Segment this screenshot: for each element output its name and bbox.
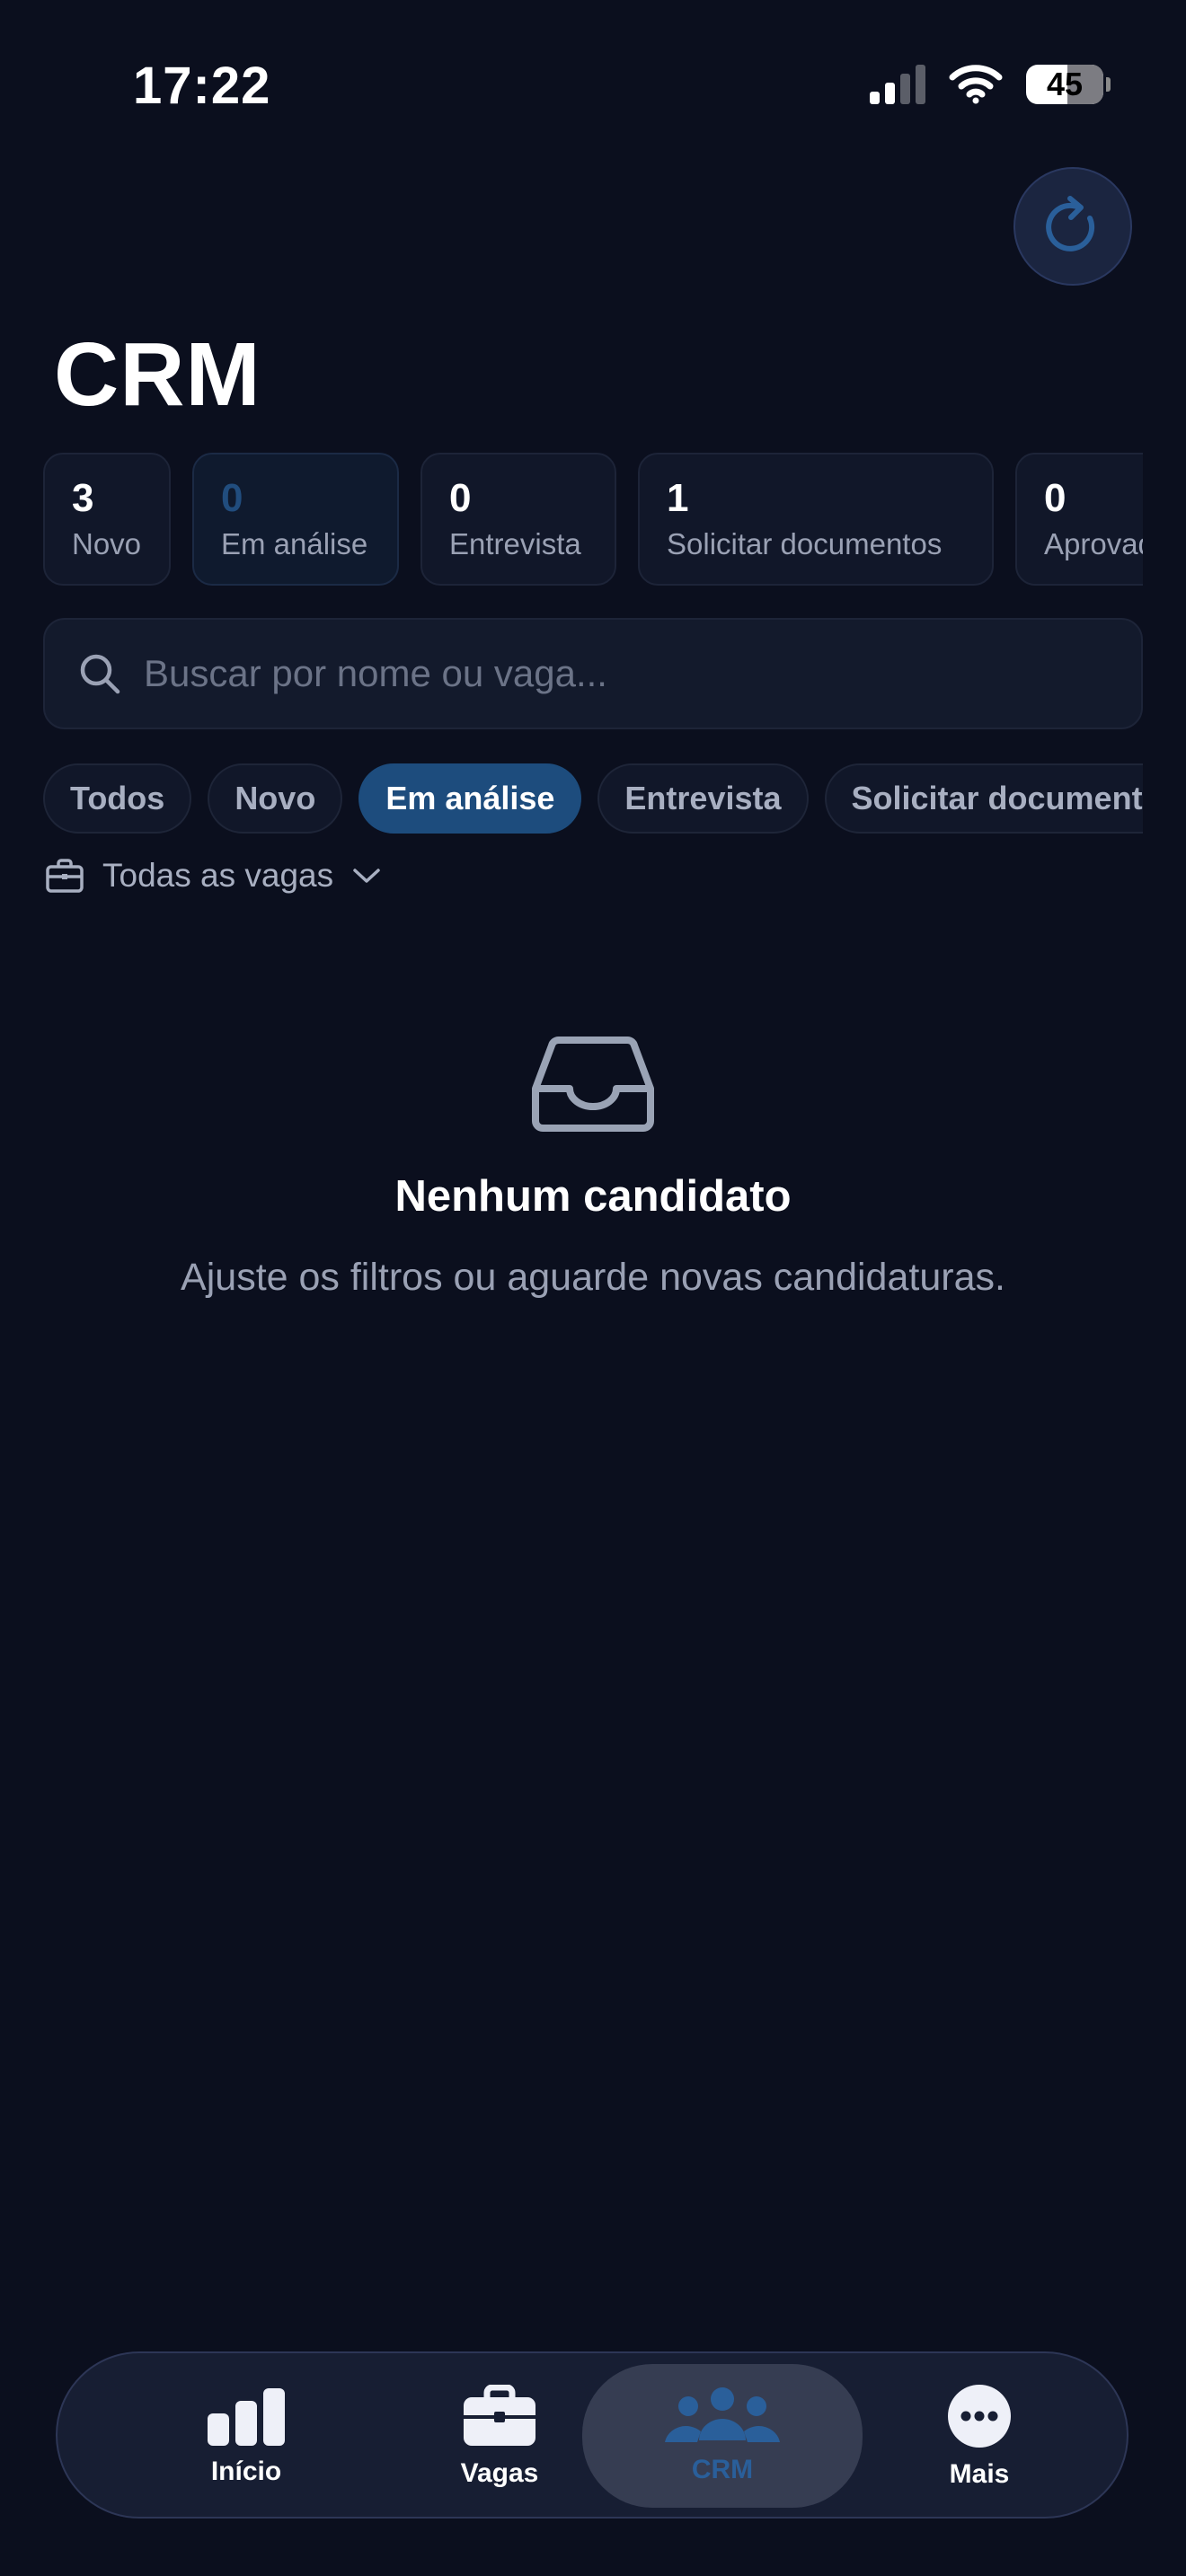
tab-label: Início <box>210 2457 282 2486</box>
chevron-down-icon <box>353 869 380 883</box>
wifi-icon <box>949 65 1003 104</box>
inbox-icon <box>532 1037 654 1132</box>
tab-crm[interactable]: CRM <box>582 2364 863 2508</box>
stat-label: Entrevista <box>449 526 581 560</box>
battery-level: 45 <box>1046 66 1084 102</box>
stat-count: 3 <box>72 476 94 520</box>
tab-inicio[interactable]: Início <box>156 2353 336 2520</box>
chip-entrevista[interactable]: Entrevista <box>597 763 809 834</box>
tab-label: Vagas <box>460 2458 539 2488</box>
chip-em-analise[interactable]: Em análise <box>358 763 582 834</box>
stats-row: 3 Novo 0 Em análise 0 Entrevista 1 Solic… <box>43 453 1143 586</box>
stat-count: 0 <box>221 476 243 520</box>
empty-state-subtitle: Ajuste os filtros ou aguarde novas candi… <box>181 1256 1005 1299</box>
chart-bars-icon <box>208 2388 285 2446</box>
stat-card-aprovado[interactable]: 0 Aprovado <box>1015 453 1143 586</box>
stat-label: Aprovado <box>1044 526 1143 560</box>
stat-count: 1 <box>667 476 689 520</box>
chip-todos[interactable]: Todos <box>43 763 192 834</box>
tab-label: Mais <box>949 2459 1010 2489</box>
cellular-signal-icon <box>870 65 925 104</box>
job-filter-label: Todas as vagas <box>102 857 334 894</box>
search-icon <box>80 654 120 694</box>
stat-card-novo[interactable]: 3 Novo <box>43 453 171 586</box>
page-title: CRM <box>54 324 261 425</box>
stat-card-solicitar-documentos[interactable]: 1 Solicitar documentos <box>638 453 994 586</box>
bottom-tab-bar: Início Vagas CRM Mais <box>56 2351 1128 2519</box>
stat-label: Solicitar documentos <box>667 526 943 560</box>
briefcase-icon <box>464 2385 535 2446</box>
stat-label: Em análise <box>221 526 368 560</box>
tab-vagas[interactable]: Vagas <box>410 2353 589 2520</box>
stat-card-entrevista[interactable]: 0 Entrevista <box>420 453 616 586</box>
stat-count: 0 <box>1044 476 1067 520</box>
stat-label: Novo <box>72 526 142 560</box>
tab-label: CRM <box>691 2455 754 2484</box>
battery-icon: 45 <box>1026 65 1111 104</box>
stat-card-em-analise[interactable]: 0 Em análise <box>192 453 399 586</box>
tab-mais[interactable]: Mais <box>890 2353 1069 2520</box>
job-filter-dropdown[interactable]: Todas as vagas <box>45 857 382 895</box>
refresh-icon <box>1046 196 1095 251</box>
refresh-button[interactable] <box>1013 167 1132 286</box>
status-time: 17:22 <box>133 57 271 115</box>
briefcase-icon <box>46 859 84 893</box>
empty-state-title: Nenhum candidato <box>394 1172 792 1221</box>
people-icon <box>665 2387 780 2442</box>
chip-novo[interactable]: Novo <box>208 763 343 834</box>
search-placeholder: Buscar por nome ou vaga... <box>144 652 607 694</box>
chip-solicitar-documentos[interactable]: Solicitar documentos <box>824 763 1143 834</box>
status-filter-chips: Todos Novo Em análise Entrevista Solicit… <box>43 763 1143 835</box>
stat-count: 0 <box>449 476 472 520</box>
more-icon <box>948 2385 1011 2448</box>
search-input[interactable]: Buscar por nome ou vaga... <box>43 618 1143 729</box>
status-icons: 45 <box>870 65 1111 104</box>
